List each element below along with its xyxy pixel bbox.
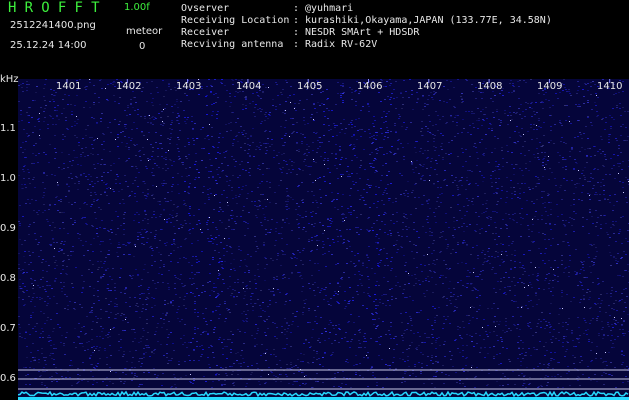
info-sep: : [293, 3, 300, 14]
info-row-location: Receiving Location: kurashiki,Okayama,JAP… [181, 15, 552, 26]
y-tick-label: 0.6 [0, 373, 16, 384]
y-axis-unit: kHz [0, 74, 19, 85]
y-tick-label: 1.1 [0, 123, 16, 134]
spectrogram [18, 79, 629, 400]
x-tick-label: 1407 [417, 81, 443, 92]
info-sep: : [293, 39, 300, 50]
info-row-observer: Ovserver: @yuhmari [181, 3, 353, 14]
info-value: Radix RV-62V [305, 39, 378, 50]
filename-label: 2512241400.png [10, 20, 96, 31]
meteor-label: meteor [126, 26, 163, 37]
x-tick-label: 1404 [236, 81, 262, 92]
info-value: NESDR SMArt + HDSDR [305, 27, 420, 38]
info-key: Receiving Location [181, 15, 290, 26]
x-tick-label: 1405 [297, 81, 323, 92]
info-row-receiver: Receiver: NESDR SMArt + HDSDR [181, 27, 419, 38]
app-title: HROFFT [8, 0, 108, 16]
y-tick-label: 1.0 [0, 173, 16, 184]
y-tick-label: 0.9 [0, 223, 16, 234]
meteor-count: 0 [139, 41, 146, 52]
y-tick-label: 0.7 [0, 323, 16, 334]
x-tick-label: 1403 [176, 81, 202, 92]
y-tick-label: 0.8 [0, 273, 16, 284]
x-tick-label: 1410 [597, 81, 623, 92]
spectrogram-canvas [18, 79, 629, 400]
x-tick-label: 1402 [116, 81, 142, 92]
info-key: Recviving antenna [181, 39, 284, 50]
x-tick-label: 1409 [537, 81, 563, 92]
info-value: @yuhmari [305, 3, 354, 14]
info-key: Ovserver [181, 3, 230, 14]
info-row-antenna: Recviving antenna: Radix RV-62V [181, 39, 377, 50]
info-value: kurashiki,Okayama,JAPAN (133.77E, 34.58N… [305, 15, 552, 26]
info-sep: : [293, 27, 300, 38]
info-sep: : [293, 15, 300, 26]
version-label: 1.00f [124, 2, 150, 13]
x-tick-label: 1406 [357, 81, 383, 92]
x-tick-label: 1408 [477, 81, 503, 92]
datetime-label: 25.12.24 14:00 [10, 40, 87, 51]
info-key: Receiver [181, 27, 230, 38]
x-tick-label: 1401 [56, 81, 82, 92]
